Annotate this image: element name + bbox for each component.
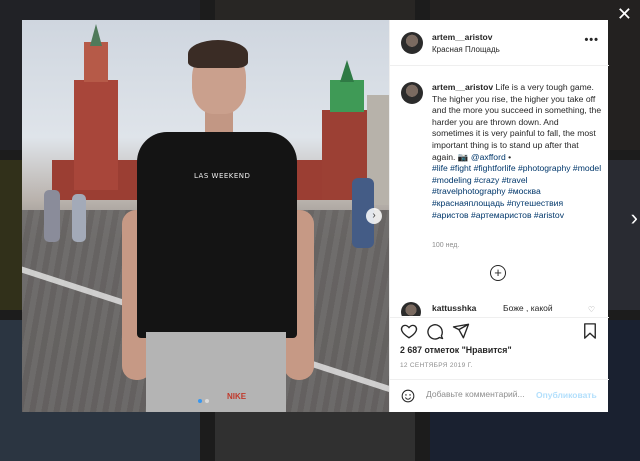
- commenter-username[interactable]: kattusshka: [432, 303, 476, 313]
- tower-spire: [90, 24, 102, 46]
- carousel-dot-active: [198, 399, 202, 403]
- commenter-avatar[interactable]: [401, 302, 421, 316]
- share-icon[interactable]: [452, 322, 470, 340]
- heart-icon[interactable]: [400, 322, 418, 340]
- model-tshirt: [137, 132, 297, 338]
- background-person: [44, 190, 60, 242]
- caption-text: Life is a very tough game. The higher yo…: [432, 82, 602, 162]
- post-location[interactable]: Красная Площадь: [432, 45, 500, 54]
- post-caption: artem__aristov Life is a very tough game…: [432, 82, 602, 221]
- avatar[interactable]: [401, 32, 423, 54]
- emoji-icon[interactable]: [401, 389, 415, 403]
- carousel-next-button[interactable]: ›: [366, 208, 382, 224]
- green-tower-roof: [330, 80, 364, 112]
- caption-avatar[interactable]: [401, 82, 423, 104]
- background-person: [72, 194, 86, 242]
- caption-username[interactable]: artem__aristov: [432, 82, 493, 92]
- comment-input[interactable]: [426, 389, 536, 399]
- tower-top: [84, 42, 108, 82]
- carousel-dot: [205, 399, 209, 403]
- post-side-panel: artem__aristov Красная Площадь ••• artem…: [389, 20, 609, 412]
- photographer-mention[interactable]: @axfford: [471, 152, 506, 162]
- add-comment-bar: Опубликовать: [390, 379, 609, 412]
- publish-button[interactable]: Опубликовать: [536, 390, 597, 400]
- spasskaya-tower: [74, 80, 118, 190]
- plus-circle-icon[interactable]: +: [490, 265, 506, 281]
- caption-bullet: •: [505, 151, 512, 162]
- model-hair: [188, 40, 248, 68]
- shorts-logo: NIKE: [227, 392, 247, 401]
- comment-icon[interactable]: [426, 322, 444, 340]
- close-icon[interactable]: ✕: [617, 4, 632, 25]
- bookmark-icon[interactable]: [581, 322, 599, 340]
- tshirt-print: LAS WEEKEND: [194, 172, 251, 180]
- author-username[interactable]: artem__aristov: [432, 32, 492, 42]
- comment-item: kattusshka Боже , какой ♡: [390, 300, 609, 316]
- action-bar: 2 687 отметок "Нравится" 12 СЕНТЯБРЯ 201…: [390, 317, 609, 379]
- caption-hashtags[interactable]: #life #fight #fightforlife #photography …: [432, 163, 601, 219]
- carousel-dots: [198, 399, 209, 403]
- post-date: 12 СЕНТЯБРЯ 2019 Г.: [400, 362, 473, 369]
- green-spire: [340, 60, 354, 82]
- comment-like-icon[interactable]: ♡: [588, 305, 595, 314]
- post-age: 100 нед.: [432, 242, 460, 249]
- post-photo[interactable]: LAS WEEKEND NIKE ›: [22, 20, 389, 412]
- post-modal: LAS WEEKEND NIKE › artem__aristov Красна…: [22, 20, 609, 412]
- post-header: artem__aristov Красная Площадь •••: [390, 20, 609, 66]
- like-count[interactable]: 2 687 отметок "Нравится": [400, 345, 512, 355]
- comment-text: Боже , какой: [503, 303, 553, 313]
- more-options-icon[interactable]: •••: [584, 34, 599, 46]
- model-shorts: [146, 332, 286, 412]
- next-post-button[interactable]: ›: [631, 205, 638, 231]
